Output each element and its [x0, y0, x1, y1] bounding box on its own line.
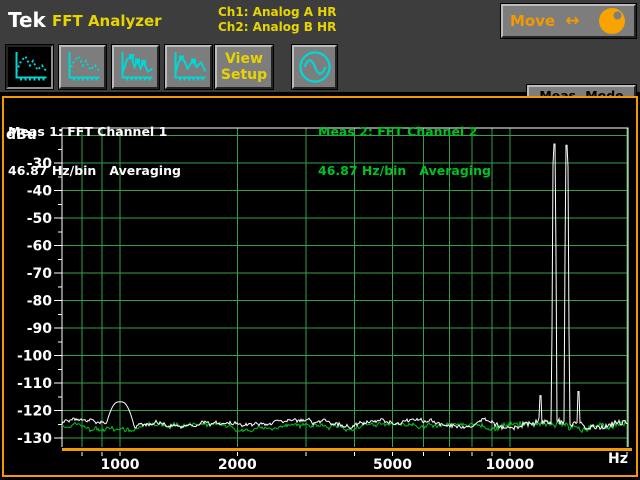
y-tick-label: -130	[17, 431, 52, 447]
y-tick-label: -90	[27, 321, 53, 337]
sine-wave-icon	[297, 49, 333, 85]
y-tick-label: -80	[27, 294, 53, 310]
spectrum-view-button-3[interactable]	[112, 45, 159, 89]
spectrum-chart-icon	[10, 49, 50, 85]
y-tick-label: -110	[17, 376, 52, 392]
meas2-readout: Meas 2: FFT Channel 2 46.87 Hz/bin Avera…	[318, 99, 491, 190]
y-tick-label: -50	[27, 211, 53, 227]
spectrum-view-button-4[interactable]	[165, 45, 212, 89]
meas2-detail: 46.87 Hz/bin Averaging	[318, 164, 491, 177]
spectrum-chart-icon	[63, 49, 103, 85]
view-setup-button[interactable]: View Setup	[215, 45, 273, 89]
x-tick-label: 2000	[218, 457, 257, 473]
spectrum-chart-icon	[116, 49, 156, 85]
spectrum-view-button-2[interactable]	[59, 45, 106, 89]
app-title: FFT Analyzer	[52, 12, 162, 30]
meas1-detail: 46.87 Hz/bin Averaging	[8, 164, 181, 177]
channel1-info: Ch1: Analog A HR	[218, 5, 336, 19]
spectrum-chart-icon	[169, 49, 209, 85]
axis-tick-labels: -30-40-50-60-70-80-90-100-110-120-130100…	[17, 156, 534, 473]
move-button-label: Move	[510, 12, 555, 30]
meas2-title: Meas 2: FFT Channel 2	[318, 125, 491, 138]
x-tick-label: 5000	[373, 457, 412, 473]
tek-logo: Tek	[8, 8, 46, 32]
channel2-info: Ch2: Analog B HR	[218, 20, 336, 34]
left-right-arrows-icon: ↔	[565, 13, 579, 30]
y-tick-label: -100	[17, 349, 52, 365]
meas1-readout: Meas 1: FFT Channel 1 46.87 Hz/bin Avera…	[8, 99, 181, 190]
toolbar: View Setup Meas. Mode FFT	[0, 40, 640, 92]
x-axis-line	[62, 448, 632, 451]
view-setup-label-line1: View	[217, 51, 271, 67]
title-bar: Tek FFT Analyzer Ch1: Analog A HR Ch2: A…	[0, 0, 640, 40]
move-button[interactable]: Move ↔	[501, 4, 636, 38]
y-axis-unit-label: dBu	[6, 127, 37, 143]
x-tick-label: 1000	[101, 457, 140, 473]
knob-icon[interactable]	[597, 6, 627, 36]
x-tick-label: 10000	[485, 457, 534, 473]
view-setup-label-line2: Setup	[217, 67, 271, 83]
x-axis-unit-label: Hz	[608, 451, 628, 467]
y-tick-label: -70	[27, 266, 53, 282]
y-tick-label: -60	[27, 239, 53, 255]
generator-button[interactable]	[292, 45, 337, 89]
spectrum-view-button-1[interactable]	[6, 45, 53, 89]
y-tick-label: -120	[17, 404, 52, 420]
